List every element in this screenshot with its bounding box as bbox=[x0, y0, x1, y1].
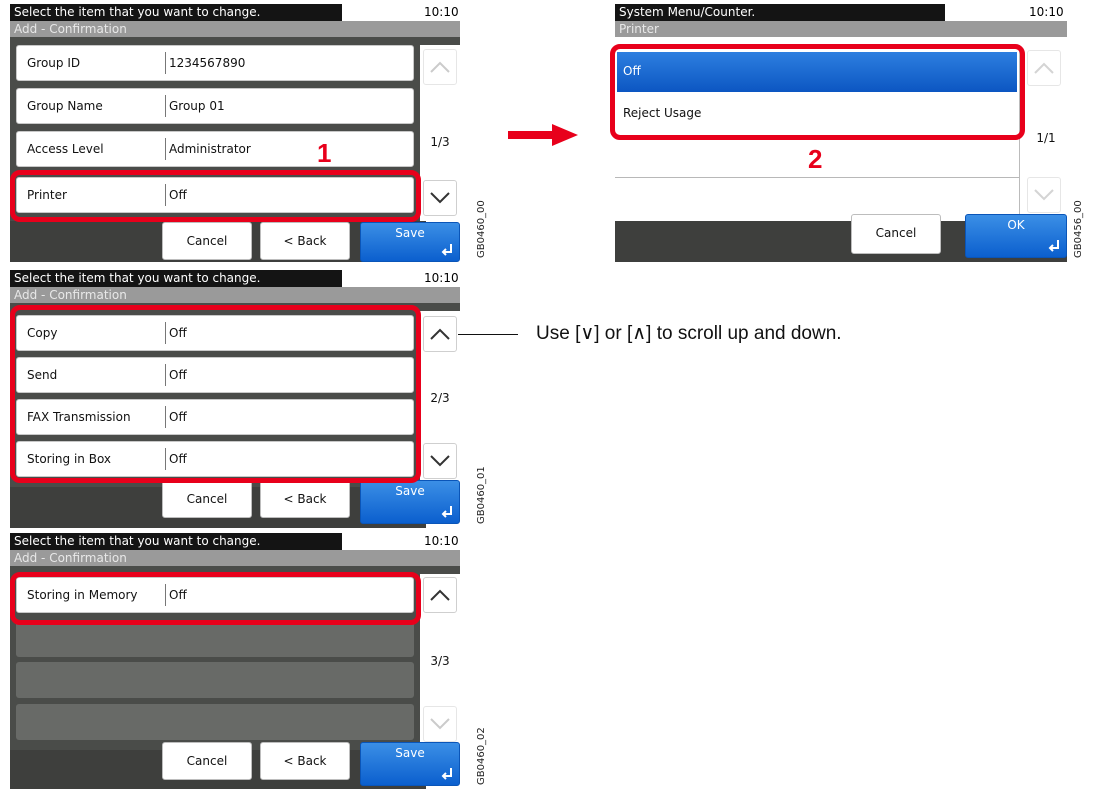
figure-code: GB0460_02 bbox=[476, 727, 487, 785]
empty-row bbox=[16, 621, 414, 657]
arrow-right-icon bbox=[508, 124, 578, 146]
cancel-button[interactable]: Cancel bbox=[162, 222, 252, 260]
scroll-instruction: Use [∨] or [∧] to scroll up and down. bbox=[536, 323, 842, 344]
save-button[interactable]: Save bbox=[360, 480, 460, 524]
clock: 10:10 bbox=[1029, 5, 1064, 19]
cancel-button[interactable]: Cancel bbox=[851, 214, 941, 254]
callout-number: 1 bbox=[317, 138, 332, 168]
status-message: System Menu/Counter. bbox=[619, 5, 756, 19]
back-button[interactable]: < Back bbox=[260, 742, 350, 780]
scroll-up-button[interactable] bbox=[423, 49, 457, 85]
list-item[interactable]: Group Name Group 01 bbox=[16, 88, 414, 124]
scroll-up-button[interactable] bbox=[1027, 50, 1061, 86]
clock: 10:10 bbox=[424, 271, 459, 285]
figure-code: GB0460_01 bbox=[476, 466, 487, 524]
empty-row bbox=[16, 704, 414, 740]
cancel-button[interactable]: Cancel bbox=[162, 742, 252, 780]
back-button[interactable]: < Back bbox=[260, 480, 350, 518]
scroll-up-button[interactable] bbox=[423, 577, 457, 613]
list-item[interactable]: Group ID 1234567890 bbox=[16, 45, 414, 81]
empty-row bbox=[615, 177, 1019, 221]
screen-subtitle: Add - Confirmation bbox=[10, 550, 460, 566]
highlight-box bbox=[10, 170, 421, 222]
ok-button[interactable]: OK bbox=[965, 214, 1067, 258]
figure-code: GB0456_00 bbox=[1073, 200, 1084, 258]
chevron-up-icon bbox=[430, 589, 450, 601]
chevron-up-icon bbox=[430, 328, 450, 340]
scroll-down-button[interactable] bbox=[1027, 177, 1061, 213]
page-indicator: 1/1 bbox=[1036, 131, 1056, 145]
cancel-button[interactable]: Cancel bbox=[162, 480, 252, 518]
enter-icon bbox=[441, 244, 452, 256]
screen-group-add-page1: Select the item that you want to change.… bbox=[10, 4, 487, 262]
save-button[interactable]: Save bbox=[360, 222, 460, 262]
back-button[interactable]: < Back bbox=[260, 222, 350, 260]
clock: 10:10 bbox=[424, 5, 459, 19]
status-bar: Select the item that you want to change.… bbox=[10, 270, 460, 287]
screen-subtitle: Add - Confirmation bbox=[10, 287, 460, 303]
enter-icon bbox=[441, 506, 452, 518]
empty-row bbox=[16, 662, 414, 698]
highlight-box bbox=[10, 305, 421, 483]
figure-code: GB0460_00 bbox=[476, 200, 487, 258]
chevron-up-icon bbox=[430, 61, 450, 73]
status-bar: System Menu/Counter. 10:10 bbox=[615, 4, 1067, 21]
clock: 10:10 bbox=[424, 534, 459, 548]
status-message: Select the item that you want to change. bbox=[14, 534, 261, 548]
status-bar: Select the item that you want to change.… bbox=[10, 533, 460, 550]
chevron-up-icon bbox=[1034, 62, 1054, 74]
status-message: Select the item that you want to change. bbox=[14, 5, 261, 19]
enter-icon bbox=[441, 768, 452, 780]
screen-subtitle: Add - Confirmation bbox=[10, 21, 460, 37]
chevron-down-icon bbox=[430, 455, 450, 467]
screen-subtitle: Printer bbox=[615, 21, 1067, 37]
scroll-down-button[interactable] bbox=[423, 443, 457, 479]
page-indicator: 3/3 bbox=[430, 654, 450, 668]
pointer-line bbox=[458, 334, 518, 335]
status-bar: Select the item that you want to change.… bbox=[10, 4, 460, 21]
callout-number: 2 bbox=[808, 144, 823, 174]
status-message: Select the item that you want to change. bbox=[14, 271, 261, 285]
highlight-box bbox=[610, 44, 1025, 140]
highlight-box bbox=[10, 572, 421, 625]
chevron-down-icon bbox=[430, 718, 450, 730]
scroll-down-button[interactable] bbox=[423, 180, 457, 216]
scroll-up-button[interactable] bbox=[423, 316, 457, 352]
page-indicator: 1/3 bbox=[430, 135, 450, 149]
scroll-down-button[interactable] bbox=[423, 706, 457, 742]
chevron-down-icon bbox=[430, 192, 450, 204]
page-indicator: 2/3 bbox=[430, 391, 450, 405]
save-button[interactable]: Save bbox=[360, 742, 460, 786]
chevron-down-icon bbox=[1034, 189, 1054, 201]
list-item[interactable]: Access Level Administrator bbox=[16, 131, 414, 167]
enter-icon bbox=[1048, 240, 1059, 252]
